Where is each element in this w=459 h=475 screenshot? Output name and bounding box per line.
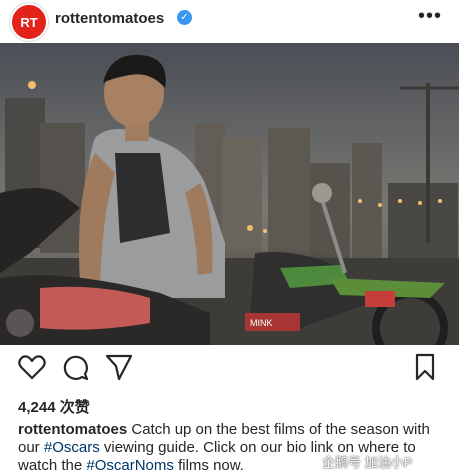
action-bar [0,352,459,388]
caption-text-3: films now. [173,457,244,474]
post-photo[interactable]: MINK [0,43,459,345]
hashtag-oscars[interactable]: #Oscars [44,439,100,456]
photo-illustration: MINK [0,43,459,345]
bookmark-icon[interactable] [410,352,440,382]
comment-icon[interactable] [60,352,90,382]
share-icon[interactable] [104,352,134,382]
caption-username[interactable]: rottentomatoes [18,421,127,438]
post-username[interactable]: rottentomatoes [55,10,164,27]
verified-badge-icon: ✓ [177,10,192,25]
heart-icon[interactable] [17,352,47,382]
more-options-icon[interactable]: ••• [418,6,442,26]
avatar[interactable]: RT [10,3,48,41]
hashtag-oscarnoms[interactable]: #OscarNoms [86,457,174,474]
photo-sign-text: MINK [250,318,273,328]
likes-count[interactable]: 4,244 次赞 [18,396,90,417]
watermark: 企鹅号 加油小P [322,455,413,470]
post-header: RT rottentomatoes ✓ ••• [0,0,459,41]
